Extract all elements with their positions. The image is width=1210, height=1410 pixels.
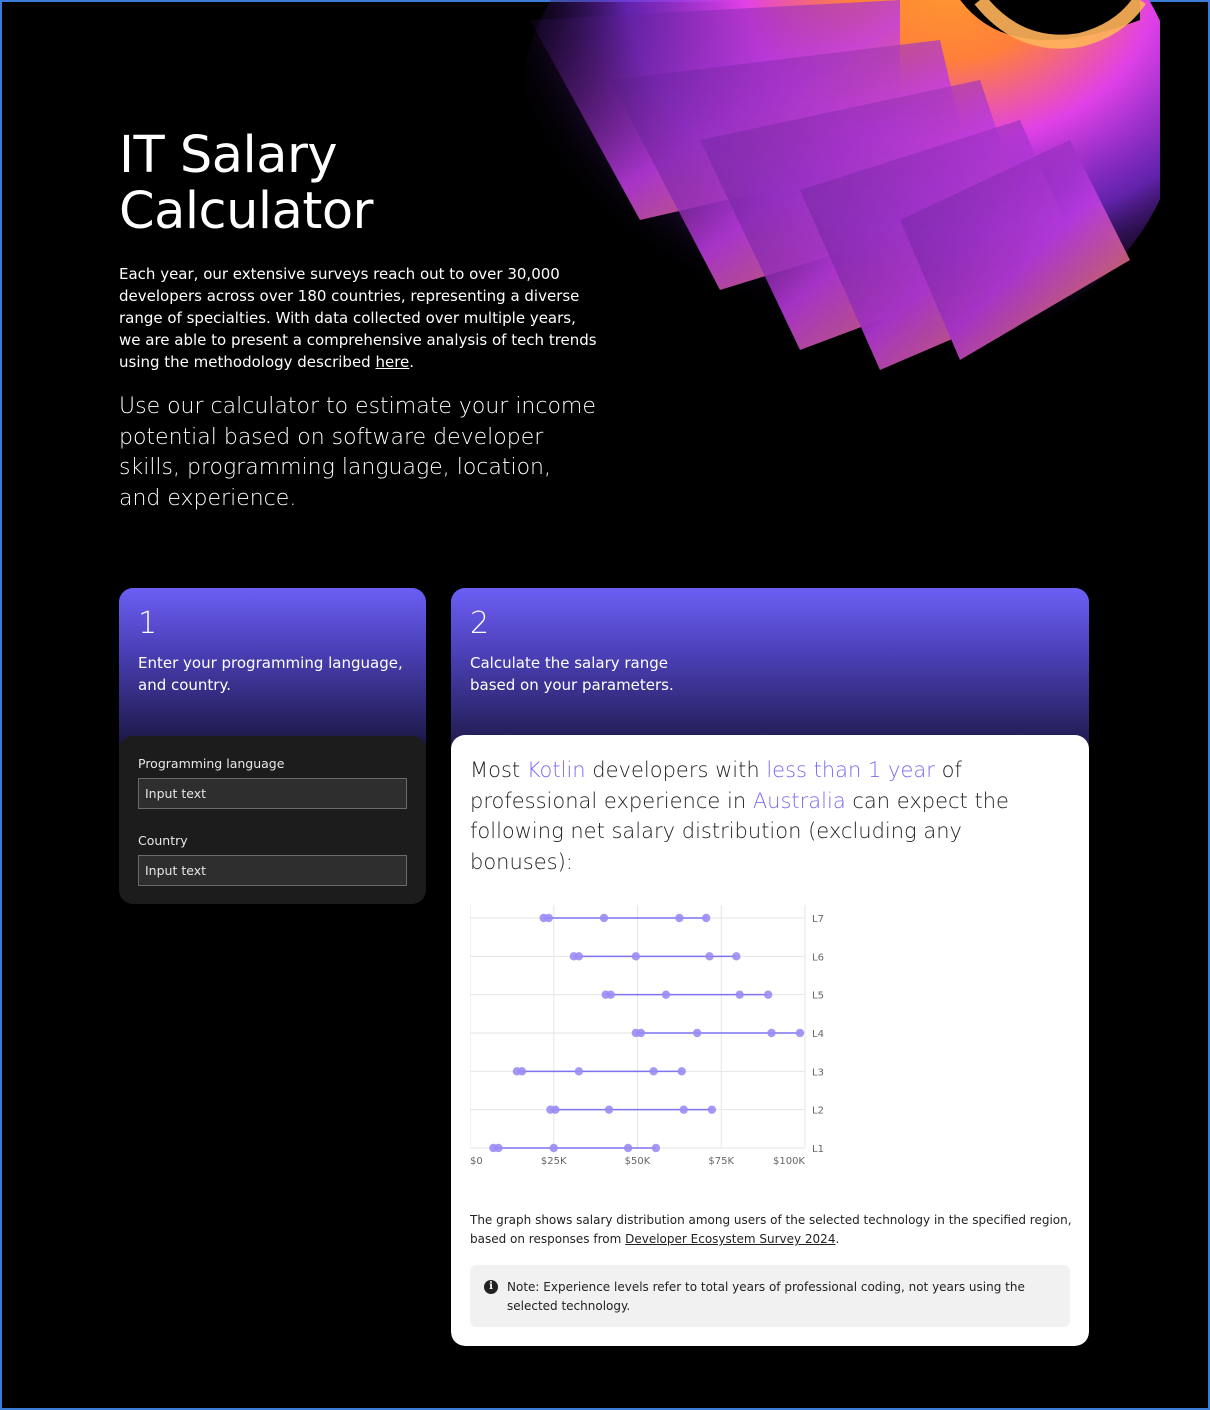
step2-header: 2 Calculate the salary range based on yo… [451, 588, 1089, 758]
result-summary: Most Kotlin developers with less than 1 … [470, 755, 1070, 877]
salary-point [732, 952, 741, 961]
x-tick-label: $25K [541, 1156, 567, 1167]
step1-card: 1 Enter your programming language, and c… [119, 588, 426, 904]
title-line-2: Calculator [119, 182, 373, 241]
step1-header: 1 Enter your programming language, and c… [119, 588, 426, 748]
x-tick-label: $100K [773, 1156, 805, 1167]
step2-description-line2: based on your parameters. [470, 676, 674, 694]
result-part-1: Most [470, 758, 527, 782]
level-label: L5 [812, 991, 824, 1002]
salary-point [574, 1067, 584, 1076]
salary-point [651, 1143, 661, 1153]
country-label: Country [138, 833, 188, 848]
chart-caption: The graph shows salary distribution amon… [470, 1211, 1075, 1249]
level-label: L3 [812, 1067, 824, 1078]
salary-distribution-chart: $0 $25K $50K $75K $100K L7 L6 L5 L4 L3 L2 L1 [470, 905, 830, 1175]
country-input[interactable] [138, 855, 407, 886]
salary-point [631, 952, 641, 961]
language-label: Programming language [138, 756, 285, 771]
methodology-link[interactable]: here [375, 353, 409, 371]
salary-point [574, 952, 584, 961]
salary-point [623, 1143, 633, 1153]
x-tick-label: $50K [625, 1156, 651, 1167]
salary-point [649, 1067, 658, 1076]
note-text: Note: Experience levels refer to total y… [507, 1280, 1025, 1313]
salary-point [549, 1143, 558, 1153]
salary-chart-svg: $0 $25K $50K $75K $100K L7 L6 L5 L4 L3 L2 L1 [470, 905, 824, 1167]
level-label: L1 [812, 1144, 824, 1155]
salary-point [735, 990, 744, 999]
x-tick-label: $0 [470, 1156, 483, 1167]
salary-point [661, 990, 671, 999]
step2-description: Calculate the salary range based on your… [470, 652, 1070, 696]
salary-point [763, 990, 773, 999]
caption-end: . [835, 1232, 840, 1246]
salary-point [544, 913, 553, 923]
salary-point [677, 1067, 686, 1076]
experience-note: i Note: Experience levels refer to total… [470, 1265, 1070, 1327]
salary-point [606, 990, 615, 999]
info-icon: i [484, 1280, 498, 1294]
page-title: IT Salary Calculator [119, 128, 373, 240]
salary-point [679, 1105, 688, 1114]
level-label: L6 [812, 952, 824, 963]
salary-point [604, 1105, 614, 1114]
salary-point [707, 1105, 717, 1114]
salary-point [599, 913, 609, 923]
result-part-2: developers with [585, 758, 767, 782]
intro-text: Each year, our extensive surveys reach o… [119, 265, 597, 371]
salary-point [494, 1143, 503, 1153]
salary-point [517, 1067, 527, 1076]
salary-point [795, 1028, 805, 1038]
salary-point [705, 952, 714, 961]
intro-paragraph: Each year, our extensive surveys reach o… [119, 263, 599, 373]
title-line-1: IT Salary [119, 126, 338, 185]
step1-number: 1 [138, 606, 158, 641]
result-language: Kotlin [526, 758, 586, 782]
level-label: L2 [812, 1106, 824, 1117]
step2-card: 2 Calculate the salary range based on yo… [451, 588, 1089, 1346]
result-experience: less than 1 year [766, 758, 935, 782]
level-label: L7 [812, 914, 824, 925]
salary-point [675, 913, 684, 923]
step1-description: Enter your programming language, and cou… [138, 654, 403, 694]
step2-description-line1: Calculate the salary range [470, 654, 669, 672]
language-input[interactable] [138, 778, 407, 809]
step2-number: 2 [470, 606, 490, 641]
salary-point [692, 1028, 702, 1038]
x-tick-label: $75K [708, 1156, 734, 1167]
lead-paragraph: Use our calculator to estimate your inco… [119, 394, 596, 511]
survey-link[interactable]: Developer Ecosystem Survey 2024 [625, 1232, 835, 1246]
level-label: L4 [812, 1029, 824, 1040]
result-panel: Most Kotlin developers with less than 1 … [451, 735, 1089, 1346]
intro-end: . [409, 353, 415, 371]
salary-point [551, 1105, 560, 1114]
parameters-form: Programming language Country [119, 736, 426, 904]
result-country: Australia [752, 788, 846, 813]
salary-point [767, 1028, 776, 1038]
salary-point [701, 913, 711, 923]
salary-point [636, 1028, 646, 1038]
